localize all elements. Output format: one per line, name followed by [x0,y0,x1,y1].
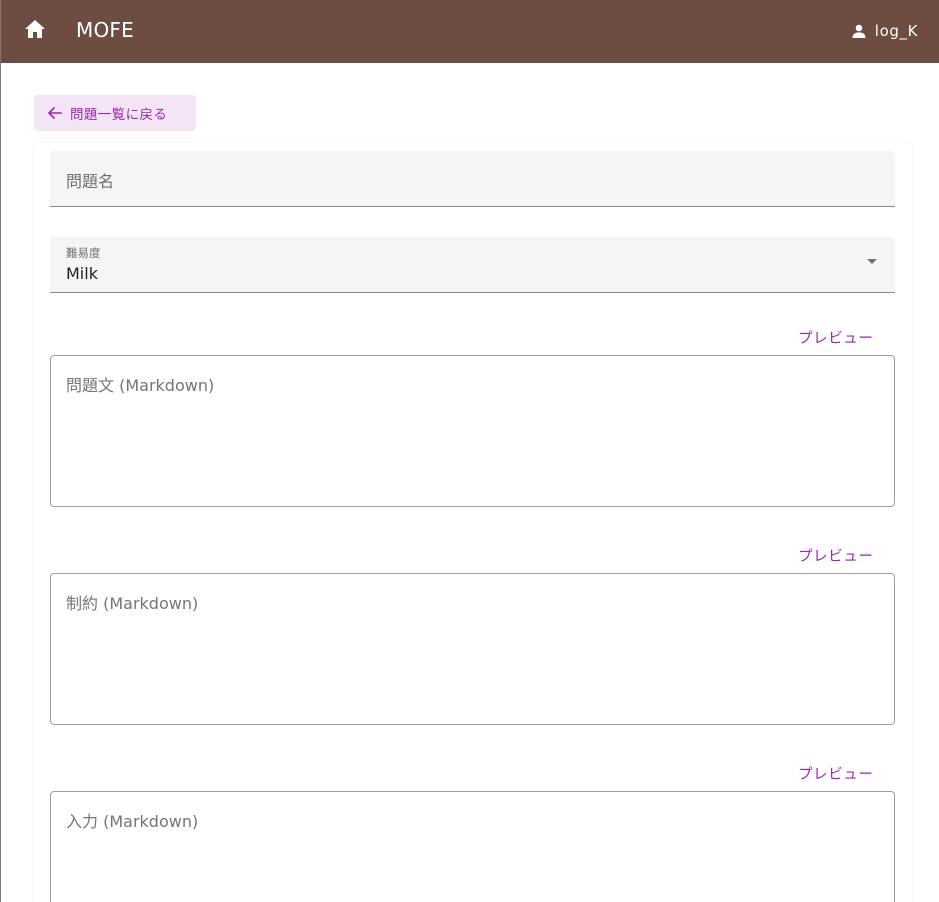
person-icon [852,24,866,38]
home-icon [24,19,46,43]
difficulty-select[interactable]: 難易度 Milk [50,237,895,293]
problem-name-placeholder: 問題名 [66,172,115,191]
home-button[interactable] [17,13,53,49]
app-title[interactable]: MOFE [76,17,134,43]
statement-textarea[interactable]: 問題文 (Markdown) [50,355,895,507]
input-placeholder: 入力 (Markdown) [66,812,199,831]
back-to-list-label: 問題一覧に戻る [70,107,168,123]
constraints-placeholder: 制約 (Markdown) [66,594,199,613]
page: MOFE log_K 問題一覧に戻る 問題名 難易度 Milk プレビュー 問題… [0,0,939,902]
app-bar: MOFE log_K [1,0,939,63]
input-preview-button[interactable]: プレビュー [798,763,874,784]
arrow-left-icon [48,107,62,119]
user-name: log_K [874,22,918,40]
problem-name-input[interactable]: 問題名 [50,151,895,207]
difficulty-value: Milk [66,264,98,283]
problem-edit-form: 問題名 難易度 Milk プレビュー 問題文 (Markdown) プレビュー … [34,143,912,902]
statement-preview-button[interactable]: プレビュー [798,327,874,348]
constraints-preview-button[interactable]: プレビュー [798,545,874,566]
statement-placeholder: 問題文 (Markdown) [66,376,215,395]
constraints-textarea[interactable]: 制約 (Markdown) [50,573,895,725]
difficulty-label: 難易度 [66,246,101,260]
dropdown-caret-icon [867,259,877,264]
user-menu-button[interactable]: log_K [852,18,918,44]
input-textarea[interactable]: 入力 (Markdown) [50,791,895,902]
back-to-list-button[interactable]: 問題一覧に戻る [34,95,196,131]
